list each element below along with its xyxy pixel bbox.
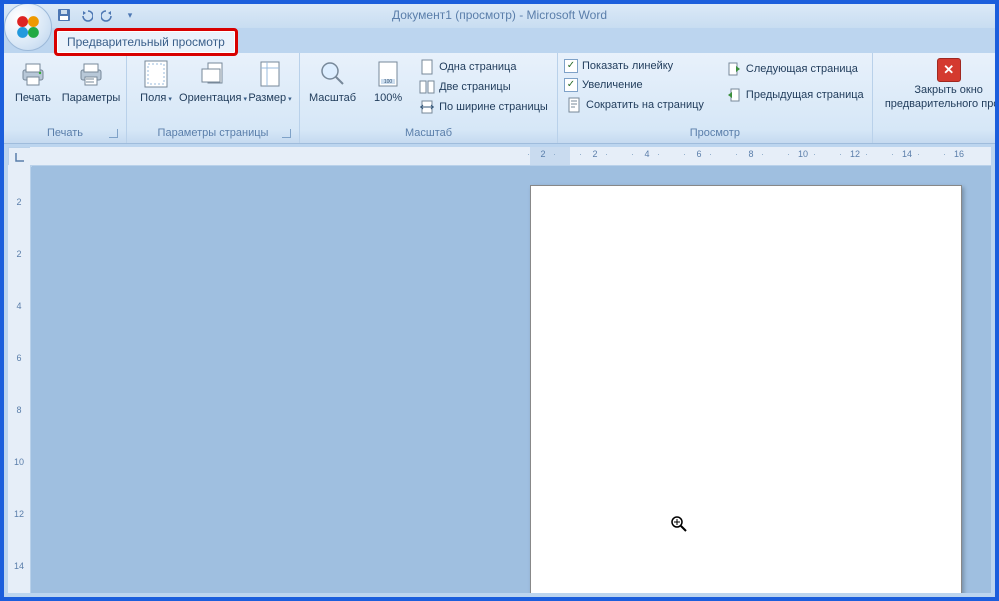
orientation-icon <box>197 58 229 90</box>
show-ruler-label: Показать линейку <box>582 60 673 72</box>
titlebar: ▾ Документ1 (просмотр) - Microsoft Word <box>4 4 995 28</box>
group-preview: ✓ Показать линейку ✓ Увеличение Сократит… <box>558 53 873 143</box>
document-canvas[interactable] <box>30 165 991 593</box>
margins-label: Поля <box>140 92 172 104</box>
close-label-2: предварительного просм <box>885 98 999 110</box>
two-pages-label: Две страницы <box>439 81 511 93</box>
group-close: ✕ Закрыть окно предварительного просм <box>873 53 999 143</box>
page-width-button[interactable]: По ширине страницы <box>417 98 550 116</box>
group-zoom: Масштаб 100 100% Одна страница Две ст <box>300 53 558 143</box>
close-label-1: Закрыть окно <box>914 84 983 96</box>
ruler-v-ticks: 2246810121416 <box>11 189 27 601</box>
orientation-button[interactable]: Ориентация <box>185 56 241 106</box>
ruler-corner <box>8 147 32 167</box>
print-label: Печать <box>15 92 51 104</box>
page-100-icon: 100 <box>372 58 404 90</box>
checkbox-checked-icon: ✓ <box>564 78 578 92</box>
margins-button[interactable]: Поля <box>133 56 179 106</box>
workspace: 2246810121416 2246810121416 <box>8 147 991 593</box>
magnifier-checkbox[interactable]: ✓ Увеличение <box>564 77 706 93</box>
options-button[interactable]: Параметры <box>62 56 120 106</box>
zoom-100-button[interactable]: 100 100% <box>365 56 411 106</box>
zoom-100-label: 100% <box>374 92 402 104</box>
size-button[interactable]: Размер <box>247 56 293 106</box>
zoom-label: Масштаб <box>309 92 356 104</box>
ribbon: Печать Параметры Печать Поля <box>4 53 995 144</box>
one-page-button[interactable]: Одна страница <box>417 58 550 76</box>
svg-text:100: 100 <box>384 79 393 85</box>
checkbox-checked-icon: ✓ <box>564 59 578 73</box>
orientation-label: Ориентация <box>179 92 247 104</box>
magnify-cursor-icon <box>670 515 688 533</box>
two-pages-button[interactable]: Две страницы <box>417 78 550 96</box>
page-preview <box>530 185 962 593</box>
options-label: Параметры <box>62 92 121 104</box>
print-button[interactable]: Печать <box>10 56 56 106</box>
magnifier-label: Увеличение <box>582 79 643 91</box>
magnifier-icon <box>317 58 349 90</box>
ribbon-tabs: Предварительный просмотр <box>4 28 995 53</box>
next-page-icon <box>726 61 742 77</box>
printer-icon <box>17 58 49 90</box>
office-logo-icon <box>15 14 41 40</box>
next-page-label: Следующая страница <box>746 63 858 75</box>
size-icon <box>254 58 286 90</box>
close-icon: ✕ <box>937 58 961 82</box>
zoom-button[interactable]: Масштаб <box>306 56 359 106</box>
prev-page-icon <box>726 87 742 103</box>
next-page-button[interactable]: Следующая страница <box>724 60 866 78</box>
group-preview-label: Просмотр <box>564 125 866 142</box>
vertical-ruler[interactable]: 2246810121416 <box>8 165 31 593</box>
margins-icon <box>140 58 172 90</box>
shrink-label: Сократить на страницу <box>586 99 704 111</box>
one-page-icon <box>419 59 435 75</box>
tab-print-preview[interactable]: Предварительный просмотр <box>54 28 238 56</box>
group-page-setup: Поля Ориентация Размер Параметры страниц… <box>127 53 300 143</box>
prev-page-button[interactable]: Предыдущая страница <box>724 86 866 104</box>
size-label: Размер <box>248 92 291 104</box>
shrink-one-page-button[interactable]: Сократить на страницу <box>564 96 706 114</box>
show-ruler-checkbox[interactable]: ✓ Показать линейку <box>564 58 706 74</box>
horizontal-ruler[interactable]: 2246810121416 <box>30 147 991 166</box>
shrink-icon <box>566 97 582 113</box>
group-print: Печать Параметры Печать <box>4 53 127 143</box>
window-title: Документ1 (просмотр) - Microsoft Word <box>4 8 995 22</box>
office-button[interactable] <box>4 3 52 51</box>
group-zoom-label: Масштаб <box>306 125 551 142</box>
tab-stop-icon <box>15 152 25 162</box>
app-window: ▾ Документ1 (просмотр) - Microsoft Word … <box>0 0 999 601</box>
options-icon <box>75 58 107 90</box>
group-print-label: Печать <box>10 125 120 142</box>
group-page-setup-label: Параметры страницы <box>133 125 293 142</box>
two-pages-icon <box>419 79 435 95</box>
one-page-label: Одна страница <box>439 61 516 73</box>
page-width-label: По ширине страницы <box>439 101 548 113</box>
close-preview-button[interactable]: ✕ Закрыть окно предварительного просм <box>881 56 999 112</box>
group-close-label <box>879 137 999 142</box>
ruler-h-ticks: 2246810121416 <box>530 149 972 159</box>
page-width-icon <box>419 99 435 115</box>
prev-page-label: Предыдущая страница <box>746 89 864 101</box>
